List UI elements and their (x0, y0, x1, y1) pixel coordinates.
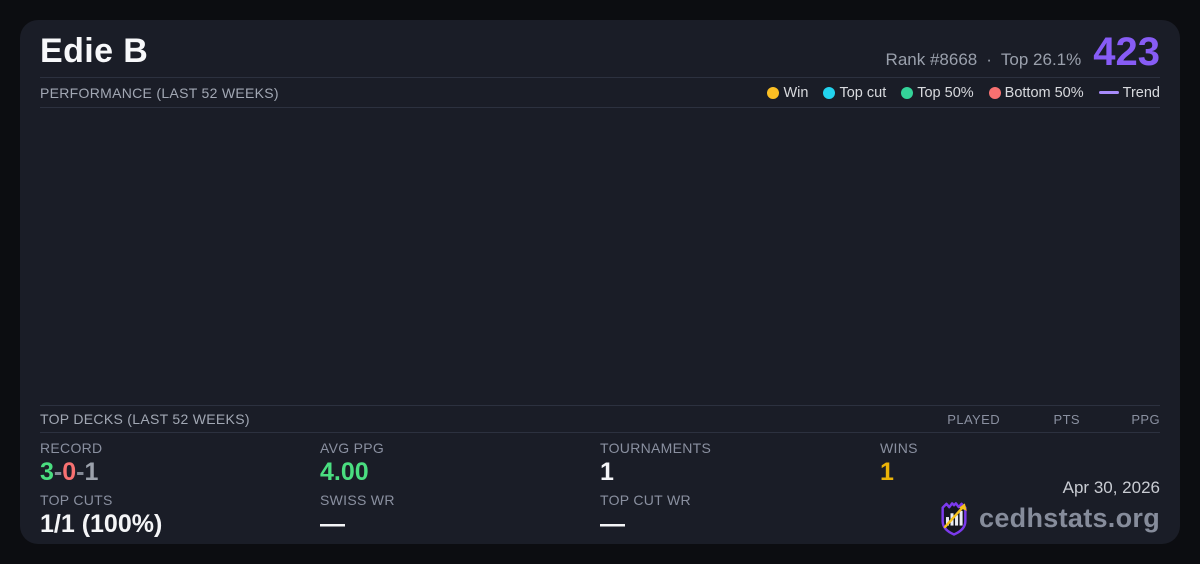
stat-label: TOURNAMENTS (600, 440, 880, 456)
stat-top-cuts: TOP CUTS 1/1 (100%) (40, 490, 320, 540)
record-wins: 3 (40, 458, 54, 486)
stat-label: WINS (880, 440, 1160, 456)
score-value: 423 (1093, 35, 1160, 69)
rank-group: Rank #8668 · Top 26.1% 423 (886, 35, 1160, 71)
performance-section-title: PERFORMANCE (LAST 52 WEEKS) (40, 85, 279, 101)
column-header-pts: PTS (1000, 412, 1080, 427)
column-header-ppg: PPG (1080, 412, 1160, 427)
legend-label: Trend (1123, 85, 1160, 101)
site-branding[interactable]: cedhstats.org (937, 499, 1160, 537)
record-losses: 0 (62, 458, 76, 486)
tournaments-value: 1 (600, 458, 880, 486)
stat-top-cut-wr: TOP CUT WR — (600, 490, 880, 540)
card-footer: Apr 30, 2026 cedhstats.org (937, 478, 1160, 537)
performance-chart (40, 108, 1160, 405)
swiss-wr-value: — (320, 510, 600, 538)
stat-label: AVG PPG (320, 440, 600, 456)
stat-swiss-wr: SWISS WR — (320, 490, 600, 540)
stats-section: RECORD 3-0-1 AVG PPG 4.00 TOURNAMENTS 1 … (40, 433, 1160, 544)
legend-label: Top 50% (917, 85, 973, 101)
stat-label: RECORD (40, 440, 320, 456)
rank-label: Rank #8668 (886, 50, 978, 70)
top-percent-label: Top 26.1% (1001, 50, 1081, 70)
win-dot-icon (767, 87, 779, 99)
stat-avg-ppg: AVG PPG 4.00 (320, 438, 600, 488)
stat-label: SWISS WR (320, 492, 600, 508)
stat-label: TOP CUT WR (600, 492, 880, 508)
performance-header: PERFORMANCE (LAST 52 WEEKS) Win Top cut … (40, 78, 1160, 107)
site-name-link[interactable]: cedhstats.org (979, 503, 1160, 534)
shield-chart-arrow-icon (937, 499, 971, 537)
record-draws: 1 (84, 458, 98, 486)
stat-tournaments: TOURNAMENTS 1 (600, 438, 880, 488)
legend-item-top50: Top 50% (901, 85, 973, 101)
legend-item-trend: Trend (1099, 85, 1160, 101)
top-50-dot-icon (901, 87, 913, 99)
top-decks-header: TOP DECKS (LAST 52 WEEKS) PLAYED PTS PPG (40, 406, 1160, 432)
column-header-played: PLAYED (920, 412, 1000, 427)
record-value: 3-0-1 (40, 458, 320, 486)
player-stats-card: Edie B Rank #8668 · Top 26.1% 423 PERFOR… (20, 20, 1180, 544)
avg-ppg-value: 4.00 (320, 458, 600, 486)
legend-item-topcut: Top cut (823, 85, 886, 101)
date-label: Apr 30, 2026 (937, 478, 1160, 498)
rank-separator: · (986, 50, 992, 70)
stat-label: TOP CUTS (40, 492, 320, 508)
card-header: Edie B Rank #8668 · Top 26.1% 423 (40, 20, 1160, 77)
chart-legend: Win Top cut Top 50% Bottom 50% Trend (767, 85, 1160, 101)
top-decks-columns: PLAYED PTS PPG (920, 412, 1160, 427)
legend-label: Win (783, 85, 808, 101)
record-dash: - (54, 458, 62, 486)
legend-item-bottom50: Bottom 50% (989, 85, 1084, 101)
page-title: Edie B (40, 32, 148, 71)
rank-meta: Rank #8668 · Top 26.1% (886, 50, 1082, 70)
top-decks-section-title: TOP DECKS (LAST 52 WEEKS) (40, 411, 250, 427)
bottom-50-dot-icon (989, 87, 1001, 99)
legend-label: Bottom 50% (1005, 85, 1084, 101)
trend-line-icon (1099, 91, 1119, 94)
top-cuts-value: 1/1 (100%) (40, 510, 320, 538)
legend-item-win: Win (767, 85, 808, 101)
legend-label: Top cut (839, 85, 886, 101)
top-cut-wr-value: — (600, 510, 880, 538)
stat-record: RECORD 3-0-1 (40, 438, 320, 488)
top-cut-dot-icon (823, 87, 835, 99)
